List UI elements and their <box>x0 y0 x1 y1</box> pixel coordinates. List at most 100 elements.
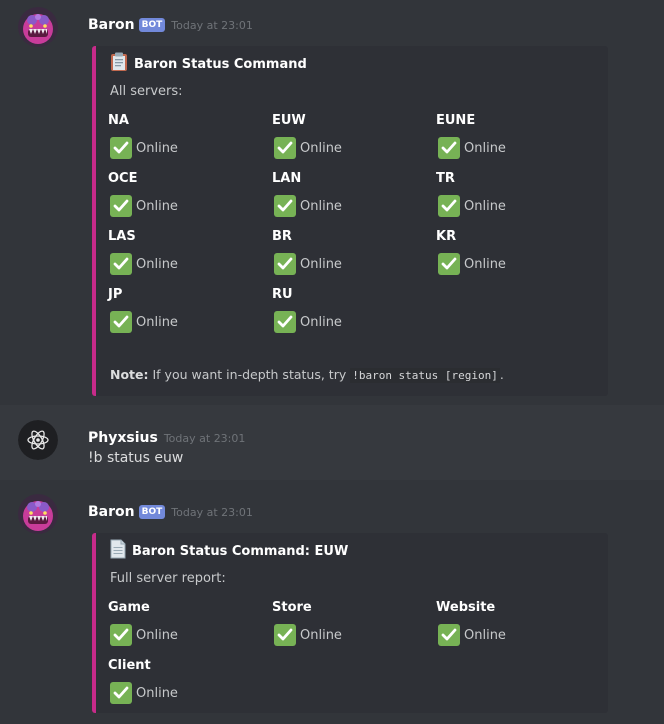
field-tr: TR Online <box>436 170 596 217</box>
field-value: Online <box>108 253 268 275</box>
note-text: If you want in-depth status, try <box>148 367 351 382</box>
field-value: Online <box>272 311 432 333</box>
field-value: Online <box>436 624 596 646</box>
status-text: Online <box>136 314 178 330</box>
field-value: Online <box>272 195 432 217</box>
field-na: NA Online <box>108 112 268 159</box>
check-mark-icon <box>110 137 132 159</box>
embed-description: All servers: <box>110 84 183 99</box>
check-mark-icon <box>438 195 460 217</box>
embed-title-text: Baron Status Command <box>134 56 307 72</box>
status-text: Online <box>300 140 342 156</box>
field-euw: EUW Online <box>272 112 432 159</box>
status-text: Online <box>136 256 178 272</box>
field-value: Online <box>272 137 432 159</box>
field-value: Online <box>108 311 268 333</box>
embed-note: Note: If you want in-depth status, try !… <box>110 367 504 383</box>
clipboard-icon <box>110 52 128 76</box>
check-mark-icon <box>110 195 132 217</box>
embed-title-text: Baron Status Command: EUW <box>132 543 349 559</box>
message-header: Phyxsius Today at 23:01 <box>88 428 245 448</box>
status-text: Online <box>464 198 506 214</box>
field-value: Online <box>108 137 268 159</box>
bot-tag-badge: BOT <box>138 18 166 32</box>
check-mark-icon <box>110 682 132 704</box>
status-embed: Baron Status Command All servers: NA Onl… <box>92 46 608 396</box>
field-name: EUNE <box>436 113 476 128</box>
field-name: Website <box>436 600 496 615</box>
field-eune: EUNE Online <box>436 112 596 159</box>
embed-title: Baron Status Command: EUW <box>110 539 349 563</box>
check-mark-icon <box>274 253 296 275</box>
field-las: LAS Online <box>108 228 268 275</box>
check-mark-icon <box>110 311 132 333</box>
field-ru: RU Online <box>272 286 432 333</box>
status-text: Online <box>300 198 342 214</box>
field-name: EUW <box>272 113 306 128</box>
field-name: NA <box>108 113 129 128</box>
username[interactable]: Baron <box>88 17 135 33</box>
note-command-code: !baron status [region] <box>350 368 500 383</box>
field-store: Store Online <box>272 599 432 646</box>
baron-avatar[interactable] <box>18 7 58 47</box>
check-mark-icon <box>110 624 132 646</box>
check-mark-icon <box>438 137 460 159</box>
field-value: Online <box>108 682 268 704</box>
field-value: Online <box>108 624 268 646</box>
status-text: Online <box>464 627 506 643</box>
status-text: Online <box>136 685 178 701</box>
document-icon <box>110 539 126 563</box>
field-name: LAS <box>108 229 136 244</box>
note-label: Note: <box>110 367 149 382</box>
field-value: Online <box>436 195 596 217</box>
message-text: !b status euw <box>88 450 184 466</box>
field-value: Online <box>436 137 596 159</box>
embed-title: Baron Status Command <box>110 52 307 76</box>
timestamp[interactable]: Today at 23:01 <box>171 506 253 519</box>
check-mark-icon <box>110 253 132 275</box>
field-name: OCE <box>108 171 138 186</box>
status-text: Online <box>300 314 342 330</box>
field-value: Online <box>108 195 268 217</box>
field-name: RU <box>272 287 293 302</box>
field-lan: LAN Online <box>272 170 432 217</box>
status-embed-euw: Baron Status Command: EUW Full server re… <box>92 533 608 713</box>
field-kr: KR Online <box>436 228 596 275</box>
check-mark-icon <box>274 311 296 333</box>
field-client: Client Online <box>108 657 268 704</box>
field-name: TR <box>436 171 455 186</box>
field-game: Game Online <box>108 599 268 646</box>
field-oce: OCE Online <box>108 170 268 217</box>
timestamp[interactable]: Today at 23:01 <box>164 432 246 445</box>
field-name: Store <box>272 600 312 615</box>
field-name: BR <box>272 229 292 244</box>
check-mark-icon <box>438 624 460 646</box>
status-text: Online <box>300 627 342 643</box>
field-name: Client <box>108 658 151 673</box>
field-value: Online <box>272 624 432 646</box>
timestamp[interactable]: Today at 23:01 <box>171 19 253 32</box>
status-text: Online <box>464 256 506 272</box>
field-value: Online <box>436 253 596 275</box>
field-name: LAN <box>272 171 302 186</box>
field-value: Online <box>272 253 432 275</box>
check-mark-icon <box>274 137 296 159</box>
field-name: Game <box>108 600 150 615</box>
status-text: Online <box>136 627 178 643</box>
status-text: Online <box>300 256 342 272</box>
check-mark-icon <box>274 624 296 646</box>
username[interactable]: Phyxsius <box>88 430 158 446</box>
message-header: Baron BOT Today at 23:01 <box>88 502 253 522</box>
baron-avatar[interactable] <box>18 494 58 534</box>
bot-tag-badge: BOT <box>138 505 166 519</box>
status-text: Online <box>136 198 178 214</box>
phyxsius-avatar[interactable] <box>18 420 58 460</box>
status-text: Online <box>136 140 178 156</box>
status-text: Online <box>464 140 506 156</box>
field-name: KR <box>436 229 457 244</box>
message-header: Baron BOT Today at 23:01 <box>88 15 253 35</box>
field-website: Website Online <box>436 599 596 646</box>
check-mark-icon <box>438 253 460 275</box>
username[interactable]: Baron <box>88 504 135 520</box>
check-mark-icon <box>274 195 296 217</box>
